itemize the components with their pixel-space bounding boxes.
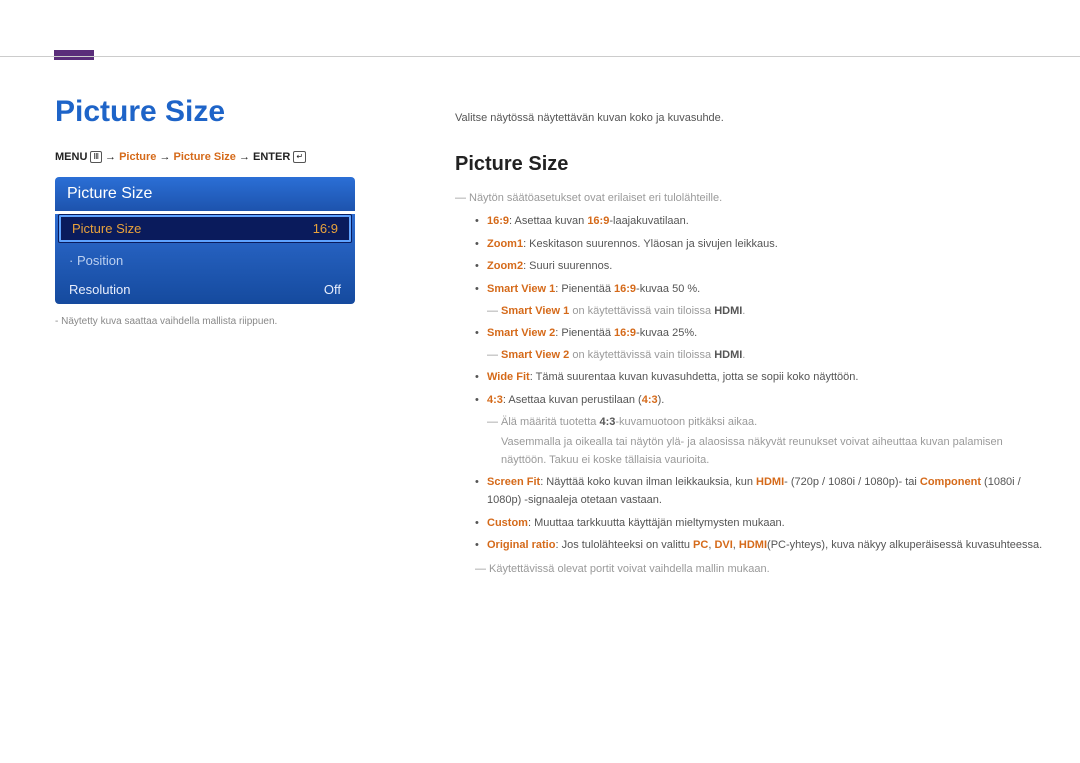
list-item: 16:9: Asettaa kuvan 16:9-laajakuvatilaan… (475, 213, 1045, 231)
intro-text: Valitse näytössä näytettävän kuvan koko … (455, 110, 1045, 128)
osd-label: Position (69, 253, 123, 268)
list-item: Zoom1: Keskitason suurennos. Yläosan ja … (475, 236, 1045, 254)
sub-note: Älä määritä tuotetta 4:3-kuvamuotoon pit… (487, 414, 1045, 432)
arrow-icon: → (105, 151, 116, 163)
osd-row-position[interactable]: Position (55, 246, 355, 275)
option-list: 16:9: Asettaa kuvan 16:9-laajakuvatilaan… (475, 213, 1045, 555)
list-item: Zoom2: Suuri suurennos. (475, 258, 1045, 276)
list-item: Smart View 1: Pienentää 16:9-kuvaa 50 %.… (475, 281, 1045, 320)
osd-panel: Picture Size Picture Size 16:9 Position … (55, 177, 355, 304)
list-item: Original ratio: Jos tulolähteeksi on val… (475, 537, 1045, 555)
breadcrumb-enter: ENTER (253, 151, 290, 163)
section-title: Picture Size (455, 148, 1045, 180)
breadcrumb-picture-size: Picture Size (174, 151, 236, 163)
list-item: Custom: Muuttaa tarkkuutta käyttäjän mie… (475, 515, 1045, 533)
osd-value: 16:9 (313, 221, 338, 236)
sub-note: Smart View 2 on käytettävissä vain tiloi… (487, 347, 1045, 365)
sub-note: Smart View 1 on käytettävissä vain tiloi… (487, 303, 1045, 321)
osd-label: Resolution (69, 282, 130, 297)
list-item: Screen Fit: Näyttää koko kuvan ilman lei… (475, 474, 1045, 509)
list-item: Smart View 2: Pienentää 16:9-kuvaa 25%. … (475, 325, 1045, 364)
osd-label: Picture Size (72, 221, 141, 236)
sub-note-line2: Vasemmalla ja oikealla tai näytön ylä- j… (487, 434, 1045, 469)
osd-row-resolution[interactable]: Resolution Off (55, 275, 355, 304)
breadcrumb-picture: Picture (119, 151, 156, 163)
osd-caption: Näytetty kuva saattaa vaihdella mallista… (55, 316, 390, 327)
arrow-icon: → (159, 151, 170, 163)
page-title: Picture Size (55, 95, 390, 129)
osd-header: Picture Size (55, 177, 355, 211)
list-item: Wide Fit: Tämä suurentaa kuvan kuvasuhde… (475, 369, 1045, 387)
arrow-icon: → (239, 151, 250, 163)
list-item: 4:3: Asettaa kuvan perustilaan (4:3). Äl… (475, 392, 1045, 469)
osd-value: Off (324, 282, 341, 297)
note-top: Näytön säätöasetukset ovat erilaiset eri… (455, 190, 1045, 208)
note-bottom: Käytettävissä olevat portit voivat vaihd… (475, 561, 1045, 579)
enter-icon: ↵ (293, 151, 306, 163)
menu-icon: Ⅲ (90, 151, 102, 163)
breadcrumb: MENU Ⅲ → Picture → Picture Size → ENTER … (55, 151, 390, 163)
breadcrumb-menu: MENU (55, 151, 87, 163)
osd-row-picture-size[interactable]: Picture Size 16:9 (58, 214, 352, 243)
